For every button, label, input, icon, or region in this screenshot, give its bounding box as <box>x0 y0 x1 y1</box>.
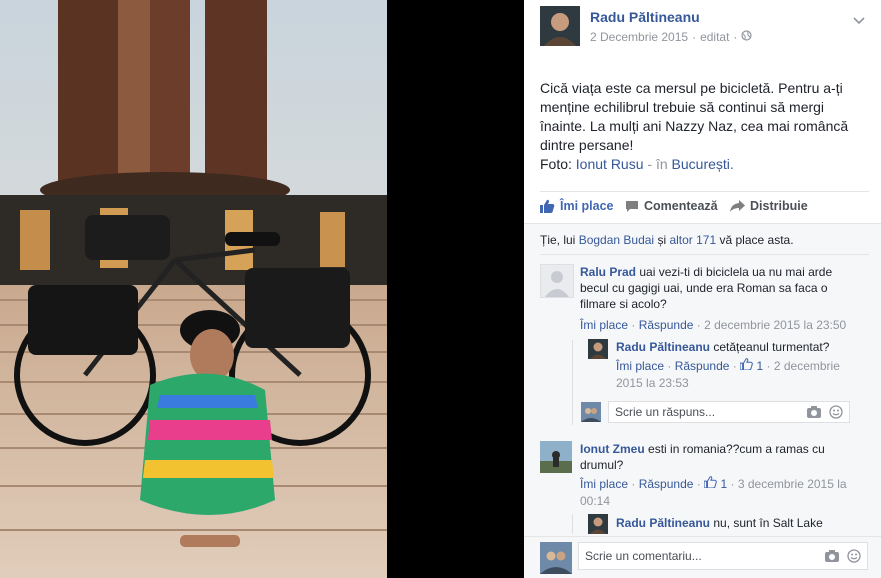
likes-suffix: vă place asta. <box>719 233 794 247</box>
post-body: Cică viața este ca mersul pe bicicletă. … <box>540 79 865 174</box>
reaction-count[interactable]: 1 <box>703 476 730 491</box>
comment-placeholder: Scrie un comentariu... <box>585 549 702 563</box>
comment-label: Comentează <box>644 199 718 213</box>
like-label: Îmi place <box>560 199 614 213</box>
comment-icon <box>626 200 638 212</box>
lightbox-background <box>387 0 524 578</box>
comment-reply-link[interactable]: Răspunde <box>639 477 694 491</box>
location-link[interactable]: București. <box>672 156 734 172</box>
comment-like-link[interactable]: Îmi place <box>580 477 628 491</box>
thread-line <box>572 340 573 425</box>
thumbs-up-icon <box>540 199 555 213</box>
comment-author[interactable]: Ralu Prad <box>580 265 636 279</box>
author-name[interactable]: Radu Păltineanu <box>590 9 700 25</box>
post-meta: 2 Decembrie 2015 · editat · <box>590 30 753 44</box>
comment-actions: Îmi place · Răspunde · 2 decembrie 2015 … <box>580 318 847 332</box>
liker-link[interactable]: Bogdan Budai <box>579 233 654 247</box>
likes-and: și <box>657 233 667 247</box>
meta-separator: · <box>733 30 738 44</box>
comment-author[interactable]: Radu Păltineanu <box>616 340 710 354</box>
meta-separator: · <box>692 30 697 44</box>
reaction-count[interactable]: 1 <box>739 358 766 373</box>
comment-like-link[interactable]: Îmi place <box>616 359 664 373</box>
others-link[interactable]: altor 171 <box>669 233 716 247</box>
comment-actions: Îmi place · Răspunde · 1 · 2 decembrie 2… <box>616 358 840 390</box>
emoji-icon[interactable] <box>847 549 861 566</box>
reply-item: Radu Păltineanu nu, sunt în Salt Lake <box>616 515 866 531</box>
comment-item: Ralu Prad uai vezi-ti di biciclela ua nu… <box>580 264 850 312</box>
divider <box>524 223 881 224</box>
share-button[interactable]: Distribuie <box>730 199 808 213</box>
likes-prefix: Ție, lui <box>540 233 576 247</box>
location-prefix: - în <box>647 156 668 172</box>
globe-icon[interactable] <box>741 30 753 44</box>
comment-time[interactable]: 2 decembrie 2015 la 23:50 <box>704 318 846 332</box>
comment-button[interactable]: Comentează <box>625 199 718 213</box>
comment-item: Ionut Zmeu esti in romania??cum a ramas … <box>580 441 850 473</box>
like-button[interactable]: Îmi place <box>540 199 614 213</box>
divider <box>540 254 869 255</box>
comment-actions: Îmi place · Răspunde · 1 · 3 decembrie 2… <box>580 476 847 508</box>
reply-item: Radu Păltineanu cetățeanul turmentat? <box>616 339 856 355</box>
comment-text: cetățeanul turmentat? <box>713 340 830 354</box>
share-label: Distribuie <box>750 199 808 213</box>
edited-label[interactable]: editat <box>700 30 729 44</box>
post-date[interactable]: 2 Decembrie 2015 <box>590 30 688 44</box>
reply-placeholder: Scrie un răspuns... <box>615 405 716 419</box>
reaction-number: 1 <box>720 477 728 491</box>
camera-icon[interactable] <box>825 550 839 565</box>
comment-author[interactable]: Radu Păltineanu <box>616 516 710 530</box>
post-sidebar: Radu Păltineanu 2 Decembrie 2015 · edita… <box>524 0 881 578</box>
share-icon <box>730 200 745 212</box>
thumbs-up-icon <box>703 476 717 489</box>
emoji-icon[interactable] <box>829 405 843 422</box>
avatar <box>581 402 601 422</box>
likes-summary: Ție, lui Bogdan Budai și altor 171 vă pl… <box>540 232 794 249</box>
avatar <box>540 542 572 574</box>
reaction-number: 1 <box>756 359 764 373</box>
reply-input[interactable]: Scrie un răspuns... <box>608 401 850 423</box>
post-text: Cică viața este ca mersul pe bicicletă. … <box>540 80 849 153</box>
comment-reply-link[interactable]: Răspunde <box>675 359 730 373</box>
photo-illustration <box>0 0 387 578</box>
author-avatar[interactable] <box>540 6 580 46</box>
comment-input[interactable]: Scrie un comentariu... <box>578 542 868 570</box>
post-photo[interactable] <box>0 0 387 578</box>
avatar[interactable] <box>540 441 572 473</box>
camera-icon[interactable] <box>807 406 821 421</box>
comment-text: nu, sunt în Salt Lake <box>713 516 823 530</box>
thread-line <box>572 514 573 534</box>
avatar[interactable] <box>588 339 608 359</box>
avatar[interactable] <box>588 514 608 534</box>
comment-author[interactable]: Ionut Zmeu <box>580 442 645 456</box>
comment-reply-link[interactable]: Răspunde <box>639 318 694 332</box>
photo-credit-label: Foto: <box>540 156 572 172</box>
photographer-link[interactable]: Ionut Rusu <box>576 156 644 172</box>
divider <box>540 191 869 192</box>
comment-like-link[interactable]: Îmi place <box>580 318 628 332</box>
thumbs-up-icon <box>739 358 753 371</box>
avatar[interactable] <box>540 264 574 298</box>
chevron-down-icon[interactable] <box>853 12 865 30</box>
